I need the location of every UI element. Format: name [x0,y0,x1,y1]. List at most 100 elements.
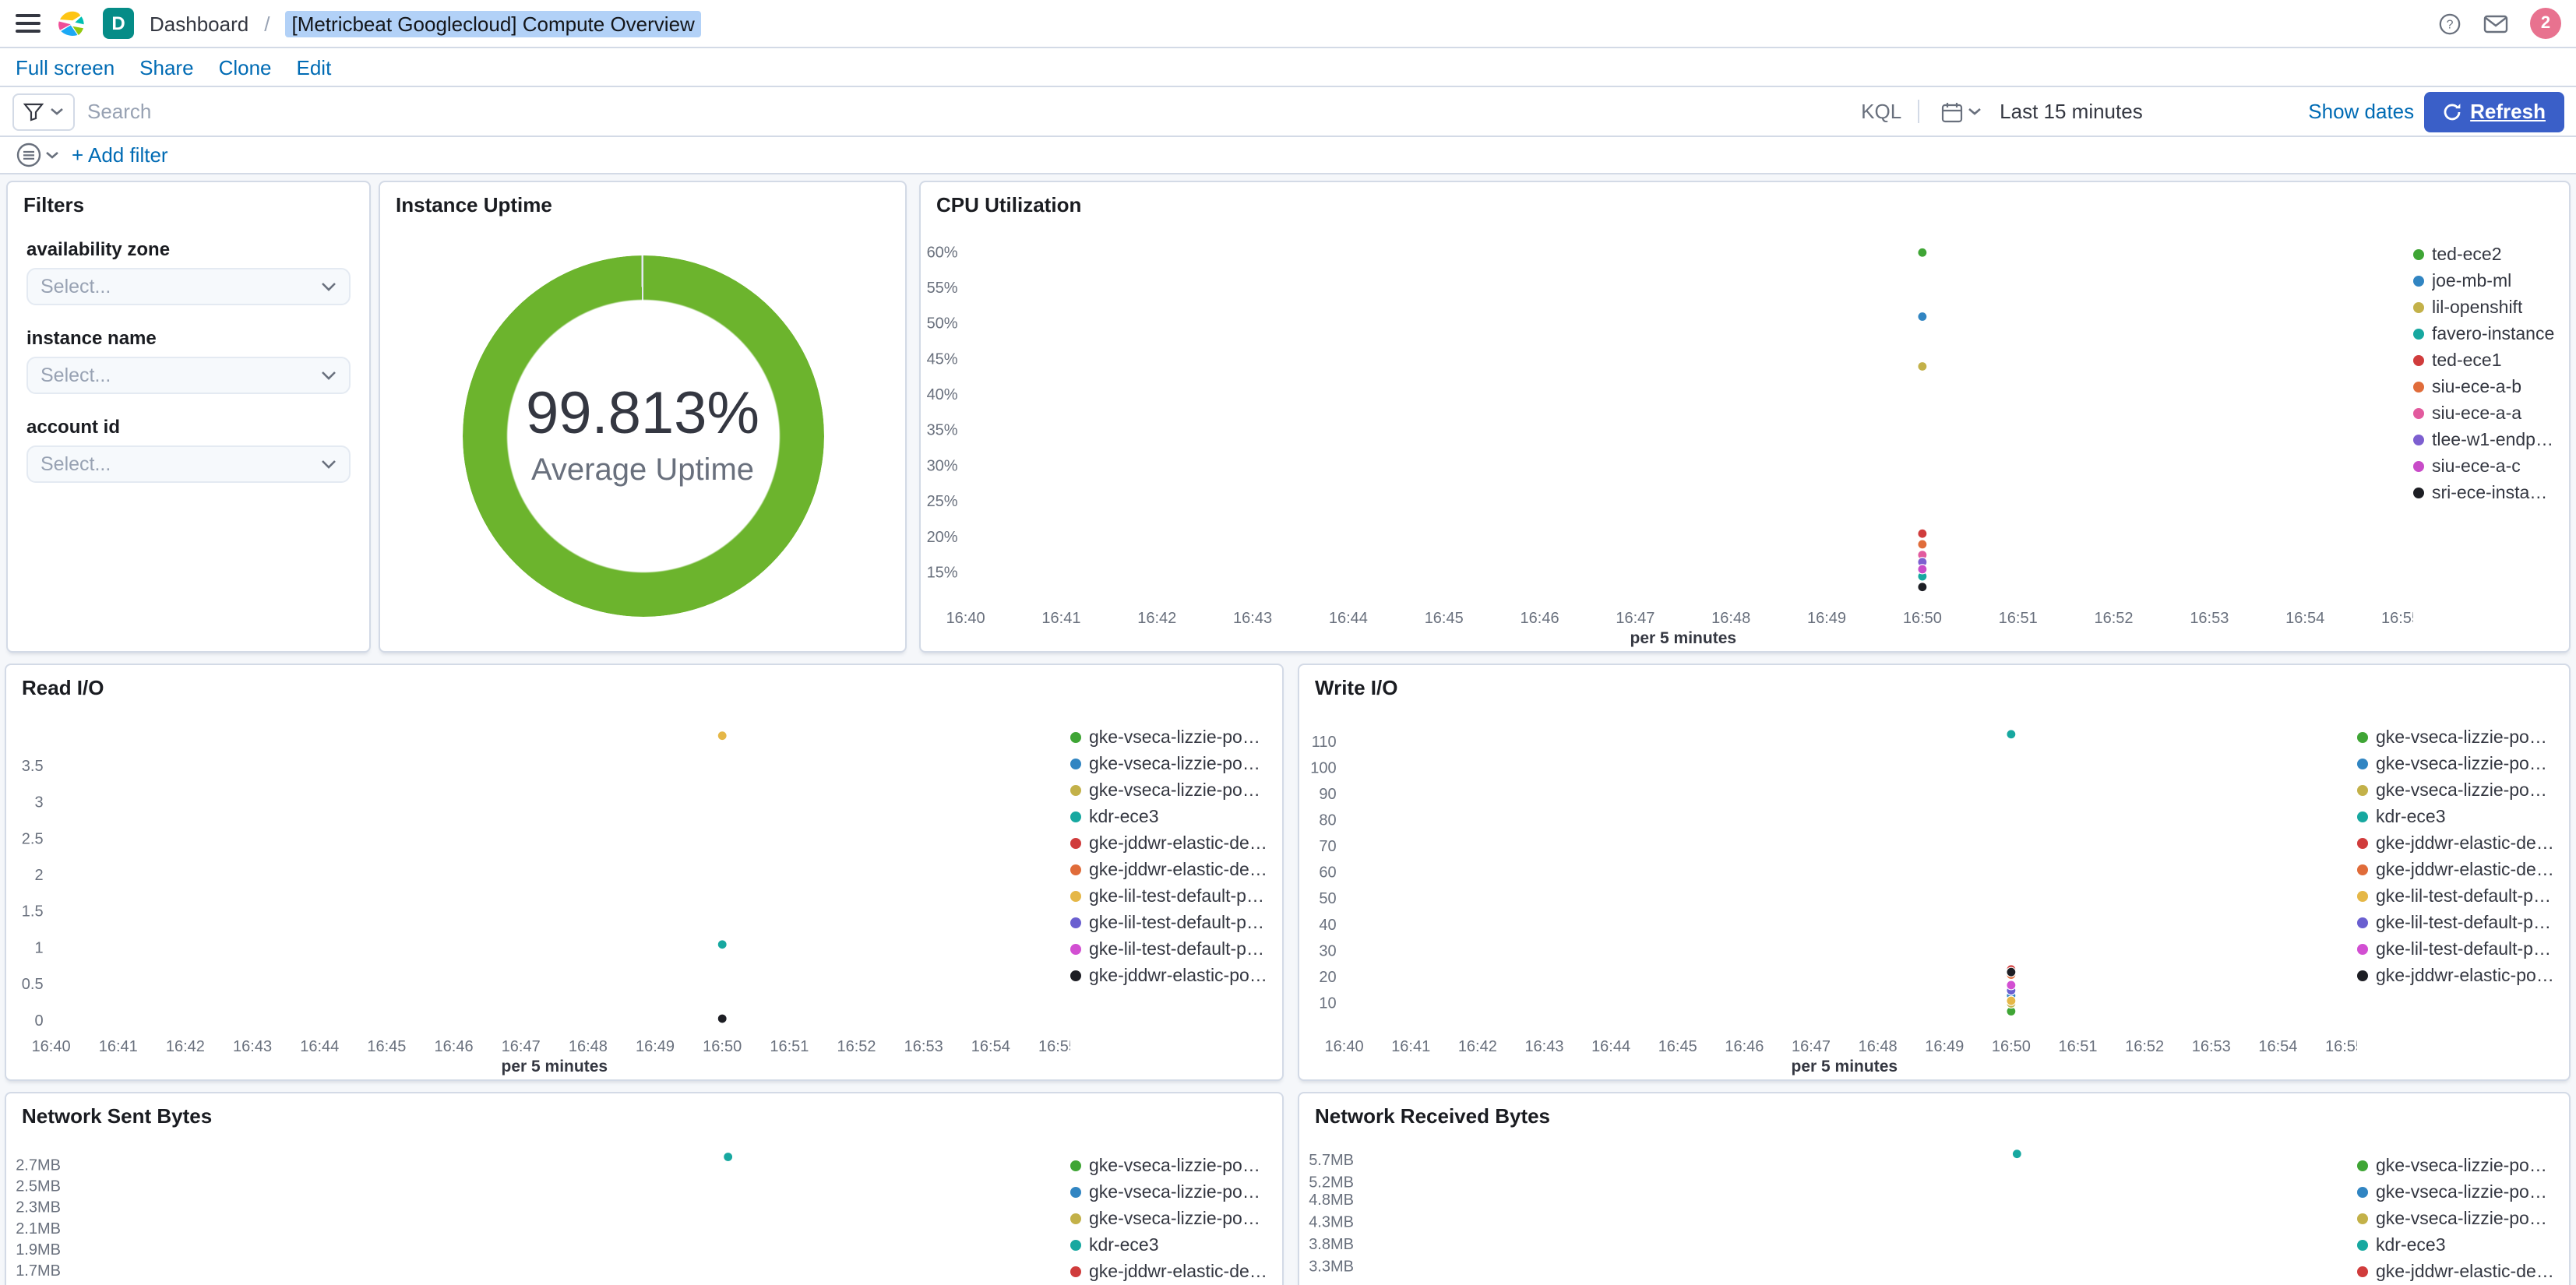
legend-item[interactable]: gke-jddwr-elastic-default-po... [1070,830,1270,857]
legend-item[interactable]: gke-vseca-lizzie-pool-1-1877... [1070,724,1270,751]
network-received-bytes-chart[interactable]: 5.7MB5.2MB4.8MB4.3MB3.8MB3.3MB16:4016:41… [1302,1131,2357,1285]
legend-item[interactable]: sri-ece-instance [2413,480,2557,506]
help-icon[interactable]: ? [2438,12,2461,35]
svg-text:16:47: 16:47 [1792,1038,1831,1055]
svg-text:16:52: 16:52 [837,1038,876,1055]
legend-label: kdr-ece3 [2376,1236,2446,1255]
legend-item[interactable]: gke-lil-test-default-pool-c1e... [1070,936,1270,963]
write-io-chart[interactable]: 10 20 30 40 50 60 70 80 90 100 110 16:40 16:41 16:42 1… [1302,702,2364,1076]
svg-text:25%: 25% [927,493,958,510]
dashboard-grid: Filters availability zone Select... inst… [0,174,2576,1285]
svg-text:16:41: 16:41 [1041,610,1080,627]
edit-link[interactable]: Edit [297,55,332,79]
legend-item[interactable]: gke-vseca-lizzie-pool-1-c417... [1070,751,1270,777]
read-io-chart[interactable]: 0 0.5 1 1.5 2 2.5 3 3.5 16:40 16:41 16:42 16:43 16:4… [9,702,1077,1076]
avatar[interactable]: 2 [2530,8,2561,39]
legend-item[interactable]: gke-vseca-lizzie-pool-1-c417... [1070,1179,1270,1206]
legend-item[interactable]: gke-jddwr-elastic-default-po... [2357,857,2557,883]
legend-item[interactable]: kdr-ece3 [1070,804,1270,830]
hamburger-menu-icon[interactable] [16,14,41,33]
account-id-select[interactable]: Select... [26,445,351,483]
query-language-button[interactable]: KQL [1845,100,1919,123]
network-sent-bytes-chart[interactable]: 2.7MB2.5MB2.3MB2.1MB1.9MB1.7MB1.5MB16:40… [9,1131,1070,1285]
legend-color-dot [2357,917,2368,928]
legend-label: gke-vseca-lizzie-pool-1-1877... [2376,728,2557,747]
dashboard-actions: Full screen Share Clone Edit [0,48,2576,87]
legend-label: gke-vseca-lizzie-pool-1-630... [2376,781,2557,800]
show-dates-link[interactable]: Show dates [2308,100,2414,123]
panel-read-io: Read I/O 0 0.5 1 1.5 2 2.5 3 3.5 16:40 16:41 16:42… [5,664,1284,1081]
legend-item[interactable]: gke-lil-test-default-pool-c1e... [1070,883,1270,910]
instance-name-select[interactable]: Select... [26,357,351,394]
legend-item[interactable]: lil-openshift [2413,294,2557,321]
legend-item[interactable]: gke-jddwr-elastic-default-po... [1070,1259,1270,1285]
legend-label: gke-jddwr-elastic-default-po... [1089,861,1270,879]
legend-item[interactable]: gke-vseca-lizzie-pool-1-630... [2357,777,2557,804]
legend-item[interactable]: gke-jddwr-elastic-default-po... [2357,830,2557,857]
legend-item[interactable]: kdr-ece3 [2357,804,2557,830]
legend-item[interactable]: gke-lil-test-default-pool-c1e... [1070,910,1270,936]
legend-color-dot [2413,329,2424,340]
svg-text:1.9MB: 1.9MB [16,1241,61,1259]
legend-item[interactable]: joe-mb-ml [2413,268,2557,294]
legend-item[interactable]: gke-jddwr-elastic-default-po... [2357,1259,2557,1285]
legend-item[interactable]: siu-ece-a-c [2413,453,2557,480]
svg-text:16:47: 16:47 [502,1038,541,1055]
calendar-button[interactable] [1928,100,1993,122]
legend-item[interactable]: gke-jddwr-elastic-pool-3-74... [2357,963,2557,989]
availability-zone-select[interactable]: Select... [26,268,351,305]
legend-label: lil-openshift [2432,298,2523,317]
svg-text:16:51: 16:51 [2058,1038,2097,1055]
legend-item[interactable]: favero-instance [2413,321,2557,347]
legend-item[interactable]: gke-vseca-lizzie-pool-1-1877... [2357,1153,2557,1179]
svg-text:per 5 minutes: per 5 minutes [1792,1058,1898,1076]
svg-text:100: 100 [1310,759,1336,776]
legend-color-dot [1070,970,1081,981]
svg-text:50: 50 [1319,890,1336,907]
legend-item[interactable]: gke-vseca-lizzie-pool-1-1877... [1070,1153,1270,1179]
add-filter-link[interactable]: + Add filter [72,143,168,167]
chart-canvas: 15% 20% 25% 30% 35% 40% 45% 50% 55% 60% 16:40 16:41… [927,244,2420,647]
legend-item[interactable]: siu-ece-a-b [2413,374,2557,400]
legend-item[interactable]: gke-vseca-lizzie-pool-1-1877... [2357,724,2557,751]
legend-item[interactable]: gke-lil-test-default-pool-c1e... [2357,936,2557,963]
saved-query-menu-button[interactable] [12,93,75,130]
svg-text:2.3MB: 2.3MB [16,1199,61,1216]
clone-link[interactable]: Clone [219,55,272,79]
legend-item[interactable]: gke-vseca-lizzie-pool-1-c417... [2357,1179,2557,1206]
search-input[interactable] [84,90,1837,133]
legend-item[interactable]: kdr-ece3 [2357,1232,2557,1259]
legend-item[interactable]: gke-jddwr-elastic-pool-3-74... [1070,963,1270,989]
legend-item[interactable]: gke-vseca-lizzie-pool-1-630... [1070,1206,1270,1232]
full-screen-link[interactable]: Full screen [16,55,115,79]
control-label: account id [26,416,121,438]
legend-item[interactable]: tlee-w1-endpoint [2413,427,2557,453]
svg-text:3.8MB: 3.8MB [1309,1236,1354,1253]
svg-text:15%: 15% [927,564,958,581]
legend-color-dot [1070,891,1081,902]
legend-item[interactable]: gke-vseca-lizzie-pool-1-c417... [2357,751,2557,777]
legend-item[interactable]: gke-lil-test-default-pool-c1e... [2357,910,2557,936]
legend-item[interactable]: gke-vseca-lizzie-pool-1-630... [1070,777,1270,804]
newsfeed-mail-icon[interactable] [2483,13,2508,33]
svg-text:16:44: 16:44 [1591,1038,1630,1055]
legend-item[interactable]: kdr-ece3 [1070,1232,1270,1259]
refresh-button[interactable]: Refresh [2423,91,2564,132]
cpu-utilization-chart[interactable]: 15% 20% 25% 30% 35% 40% 45% 50% 55% 60% 16:40 16:41… [924,220,2420,648]
legend-item[interactable]: gke-vseca-lizzie-pool-1-630... [2357,1206,2557,1232]
time-range-value[interactable]: Last 15 minutes [1993,100,2149,123]
breadcrumb[interactable]: Dashboard [150,12,248,35]
legend-item[interactable]: ted-ece1 [2413,347,2557,374]
svg-text:16:55: 16:55 [1038,1038,1070,1055]
svg-text:20: 20 [1319,969,1336,986]
share-link[interactable]: Share [139,55,193,79]
legend-item[interactable]: siu-ece-a-a [2413,400,2557,427]
legend-color-dot [2413,435,2424,445]
legend-item[interactable]: ted-ece2 [2413,241,2557,268]
filter-options-button[interactable] [16,142,59,168]
panel-title: Read I/O [22,676,104,699]
legend-item[interactable]: gke-lil-test-default-pool-c1e... [2357,883,2557,910]
panel-network-received-bytes: Network Received Bytes 5.7MB 5.2MB 4.8MB 4.… [1298,1092,2571,1285]
elastic-logo-icon[interactable] [56,8,87,39]
legend-item[interactable]: gke-jddwr-elastic-default-po... [1070,857,1270,883]
